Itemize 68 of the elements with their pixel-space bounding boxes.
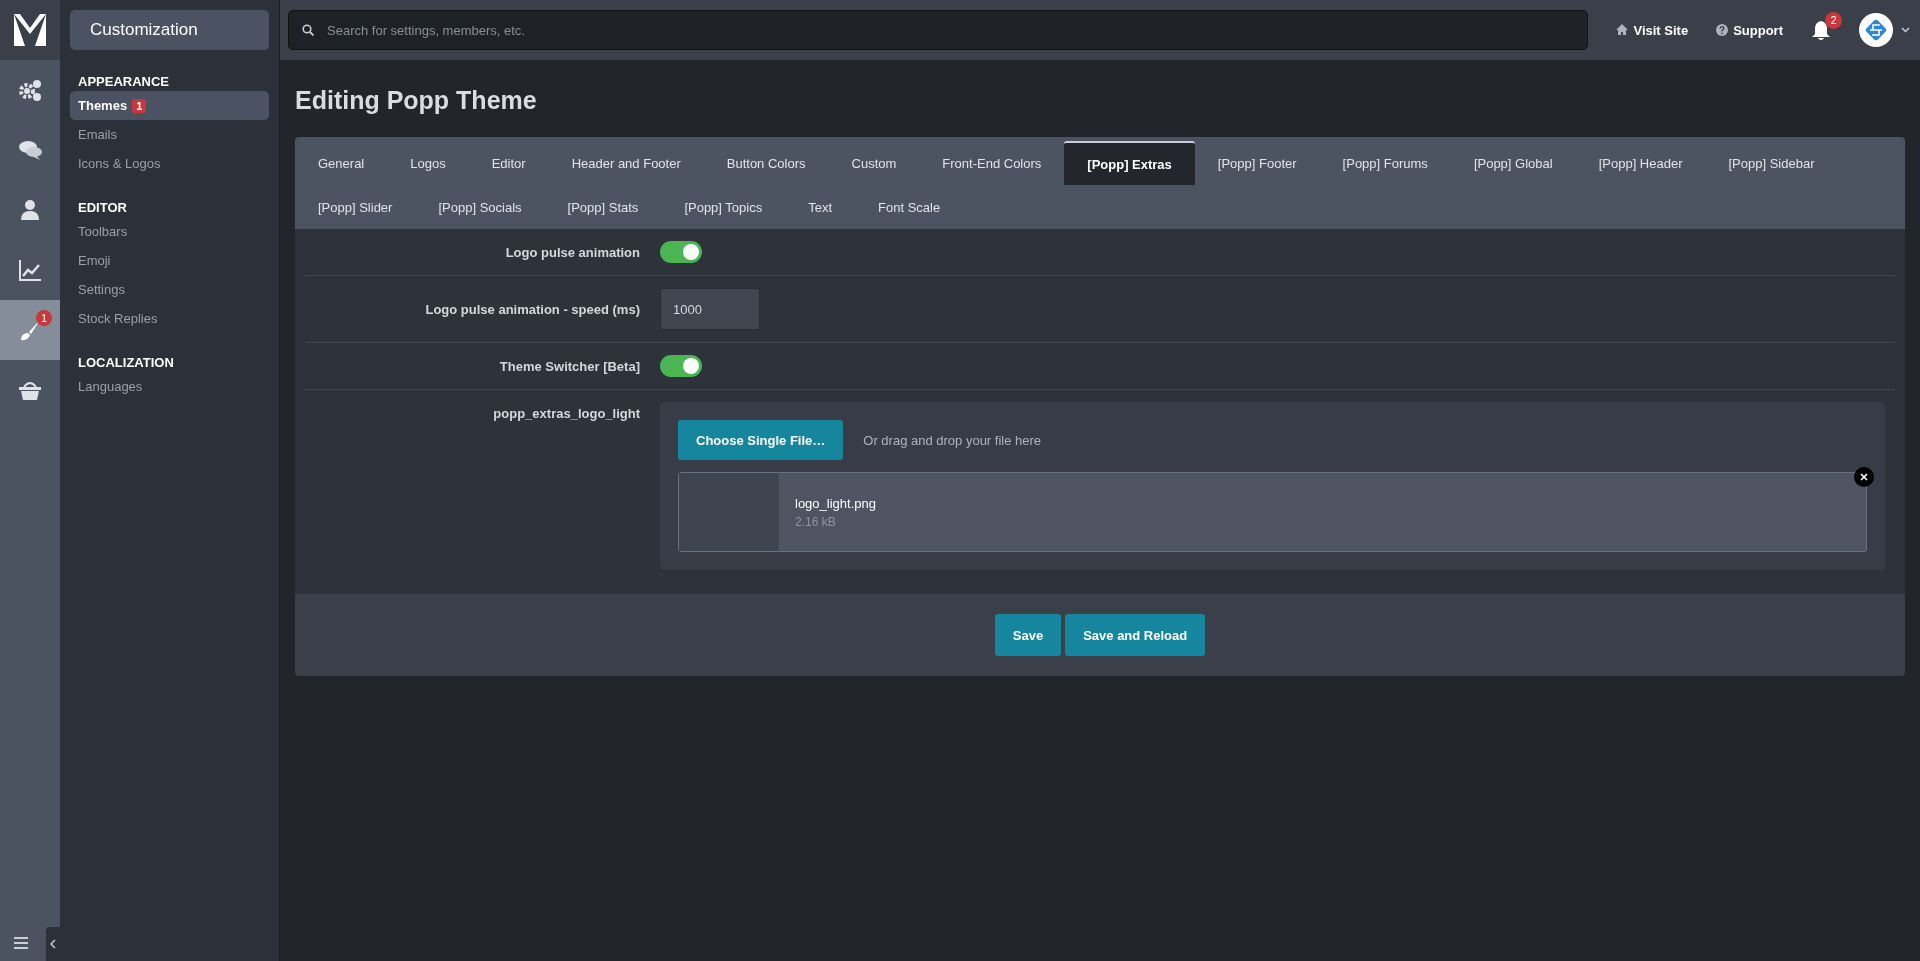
tab[interactable]: General [295,141,388,185]
drop-hint: Or drag and drop your file here [863,432,1042,448]
tab[interactable]: Front-End Colors [919,141,1065,185]
chevron-left-icon [50,939,56,949]
count-badge: 1 [132,98,147,113]
save-button[interactable]: Save and Reload [1065,614,1206,656]
nav-item[interactable]: Themes 1 [70,91,269,120]
notification-badge: 2 [1825,12,1842,29]
help-icon [1716,24,1729,36]
home-icon [1616,24,1629,36]
bell-icon[interactable] [1811,20,1831,40]
nav-item[interactable]: Emoji [70,246,269,275]
close-icon [1860,473,1868,481]
nav-item[interactable]: Emails [70,120,269,149]
tab[interactable]: Logos [387,141,469,185]
sidebar-title: Customization [70,10,269,50]
tab[interactable]: Header and Footer [548,141,704,185]
page-title: Editing Popp Theme [295,86,538,115]
tab[interactable]: [Popp] Sidebar [1705,141,1838,185]
tab[interactable]: [Popp] Topics [661,185,786,229]
section-heading: APPEARANCE [77,73,170,91]
nav-link[interactable]: Visit Site [1616,22,1689,38]
chat-icon [18,138,42,162]
tab[interactable]: [Popp] Footer [1194,141,1320,185]
nav-item[interactable]: Stock Replies [70,304,269,333]
menu-icon[interactable] [14,937,28,949]
setting-label: popp_extras_logo_light [492,405,641,423]
tab[interactable]: Editor [468,141,549,185]
user-icon [18,198,42,222]
chevron-down-icon[interactable] [1901,27,1910,33]
toggle-switch[interactable] [660,241,702,263]
section-heading: LOCALIZATION [77,354,175,372]
setting-label: Logo pulse animation - speed (ms) [424,301,641,317]
nav-item[interactable]: Languages [70,372,269,401]
collapse-button[interactable] [46,927,60,961]
logo-icon [14,14,46,46]
tab[interactable]: Text [785,185,856,229]
tab[interactable]: [Popp] Slider [295,185,416,229]
save-button[interactable]: Save [994,614,1062,656]
nav-item[interactable]: Toolbars [70,217,269,246]
setting-label: Logo pulse animation [504,244,641,260]
number-field[interactable]: 1000 [660,288,760,330]
file-size: 2.16 kB [795,514,837,529]
nav-link[interactable]: Support [1716,22,1783,38]
search-field[interactable]: Search for settings, members, etc. [288,10,1589,50]
tab[interactable]: Button Colors [703,141,829,185]
section-heading: EDITOR [77,199,128,217]
avatar-icon[interactable] [1859,13,1893,47]
nav-item[interactable]: Settings [70,275,269,304]
tab[interactable]: [Popp] Global [1450,141,1576,185]
tab[interactable]: [Popp] Extras [1064,141,1195,185]
nav-item[interactable]: Icons & Logos [70,149,269,178]
tab[interactable]: Font Scale [855,185,964,229]
notification-badge: 1 [36,310,52,326]
tab[interactable]: Custom [828,141,920,185]
tab[interactable]: [Popp] Forums [1319,141,1451,185]
gears-icon [18,78,42,102]
tab[interactable]: [Popp] Header [1575,141,1706,185]
toggle-switch[interactable] [660,355,702,377]
line-chart-icon [18,258,42,282]
file-name: logo_light.png [795,495,876,511]
setting-label: Theme Switcher [Beta] [498,358,641,374]
search-icon [302,24,314,36]
close-button[interactable] [1854,467,1874,487]
choose-file-button[interactable]: Choose Single File… [678,420,844,460]
rail-button[interactable]: 1 [0,300,60,360]
tab[interactable]: [Popp] Stats [544,185,662,229]
tab[interactable]: [Popp] Socials [415,185,545,229]
